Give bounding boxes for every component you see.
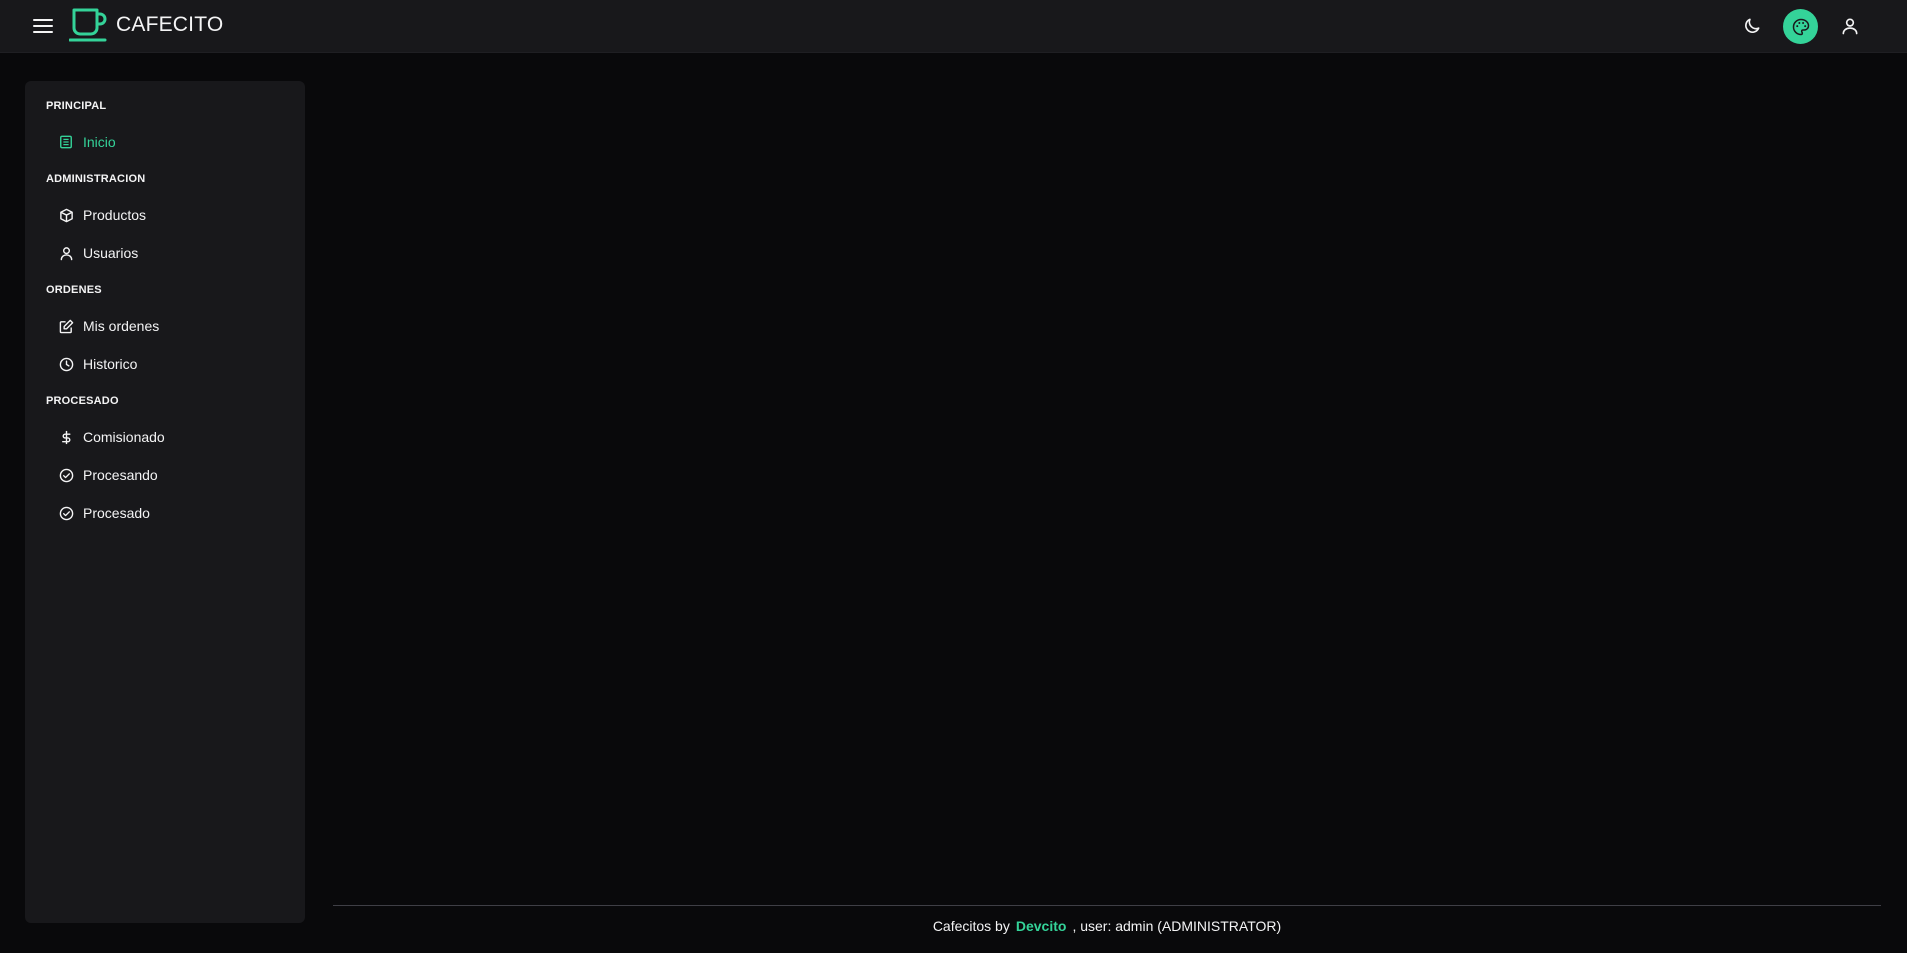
- footer-prefix: Cafecitos by: [932, 918, 1010, 934]
- footer-author-link[interactable]: Devcito: [1016, 918, 1067, 934]
- check-circle-icon: [58, 467, 74, 483]
- section-title-administracion: ADMINISTRACION: [46, 173, 146, 185]
- section-title-procesado: PROCESADO: [46, 395, 119, 407]
- sidebar-item-label: Inicio: [83, 134, 116, 150]
- footer-divider: [333, 905, 1881, 906]
- sidebar-item-label: Productos: [83, 207, 147, 223]
- sidebar-item-procesando[interactable]: Procesando: [58, 462, 288, 488]
- palette-icon[interactable]: [1783, 9, 1818, 44]
- check-circle-icon: [58, 505, 74, 521]
- sidebar: PRINCIPAL Inicio ADMINISTRACION Producto…: [25, 81, 305, 923]
- edit-icon: [58, 318, 74, 334]
- top-bar: CAFECITO: [0, 0, 1907, 52]
- cup-logo-icon[interactable]: [68, 6, 109, 44]
- list-icon: [58, 134, 74, 150]
- box-icon: [58, 207, 74, 223]
- sidebar-item-label: Procesando: [83, 467, 158, 483]
- clock-icon: [58, 356, 74, 372]
- section-title-principal: PRINCIPAL: [46, 100, 107, 112]
- sidebar-item-productos[interactable]: Productos: [58, 202, 288, 228]
- sidebar-item-label: Comisionado: [83, 429, 165, 445]
- footer-user-info: , user: admin (ADMINISTRATOR): [1072, 918, 1282, 934]
- sidebar-item-mis-ordenes[interactable]: Mis ordenes: [58, 313, 288, 339]
- user-icon: [58, 245, 74, 261]
- menu-icon[interactable]: [30, 13, 56, 39]
- user-icon[interactable]: [1835, 11, 1865, 41]
- sidebar-item-label: Procesado: [83, 505, 150, 521]
- sidebar-item-label: Historico: [83, 356, 138, 372]
- footer: Cafecitos by Devcito , user: admin (ADMINI…: [333, 918, 1881, 934]
- section-title-ordenes: ORDENES: [46, 284, 102, 296]
- sidebar-item-comisionado[interactable]: Comisionado: [58, 424, 288, 450]
- sidebar-item-procesado[interactable]: Procesado: [58, 500, 288, 526]
- sidebar-item-label: Mis ordenes: [83, 318, 160, 334]
- app-brand[interactable]: CAFECITO: [116, 13, 223, 37]
- dollar-icon: [58, 429, 74, 445]
- sidebar-item-inicio[interactable]: Inicio: [58, 129, 288, 155]
- moon-icon[interactable]: [1737, 11, 1767, 41]
- sidebar-item-usuarios[interactable]: Usuarios: [58, 240, 288, 266]
- sidebar-item-historico[interactable]: Historico: [58, 351, 288, 377]
- sidebar-item-label: Usuarios: [83, 245, 139, 261]
- main-content: [333, 81, 1881, 901]
